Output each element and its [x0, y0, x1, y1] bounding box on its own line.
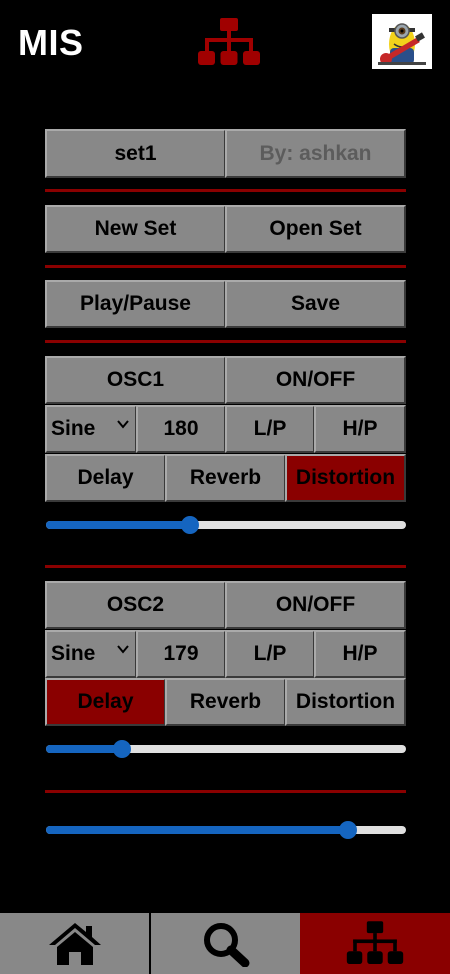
divider — [45, 565, 406, 568]
osc2-freq-input[interactable]: 179 — [136, 630, 226, 678]
app-title: MIS — [18, 22, 84, 63]
set-name-field[interactable]: set1 — [45, 129, 226, 178]
osc2-title: OSC2 — [45, 581, 226, 629]
chevron-down-icon — [117, 645, 129, 654]
tab-home[interactable] — [0, 913, 149, 974]
tab-search[interactable] — [151, 913, 300, 974]
slider-thumb[interactable] — [112, 740, 131, 758]
slider-thumb[interactable] — [181, 516, 199, 534]
osc1-delay-button[interactable]: Delay — [45, 454, 166, 502]
osc1-highpass-button[interactable]: H/P — [314, 405, 406, 453]
header: MIS — [0, 0, 450, 80]
osc2-toggle-button[interactable]: ON/OFF — [225, 581, 406, 629]
osc2-reverb-button[interactable]: Reverb — [165, 678, 286, 726]
tab-sitemap[interactable] — [300, 913, 450, 974]
set-author-label: By: ashkan — [225, 129, 406, 178]
save-button[interactable]: Save — [225, 280, 406, 328]
osc2-distortion-button[interactable]: Distortion — [285, 678, 406, 726]
divider — [45, 265, 406, 268]
osc1-reverb-button[interactable]: Reverb — [165, 454, 286, 502]
osc2-wave-value: Sine — [51, 642, 96, 665]
avatar[interactable] — [372, 14, 432, 69]
divider — [45, 790, 406, 793]
osc1-freq-input[interactable]: 180 — [136, 405, 226, 453]
slider-fill — [46, 745, 122, 753]
osc2-lowpass-button[interactable]: L/P — [225, 630, 315, 678]
open-set-button[interactable]: Open Set — [225, 205, 406, 253]
osc2-highpass-button[interactable]: H/P — [314, 630, 406, 678]
osc1-lowpass-button[interactable]: L/P — [225, 405, 315, 453]
osc2-delay-button[interactable]: Delay — [45, 678, 166, 726]
divider — [45, 340, 406, 343]
slider-thumb[interactable] — [339, 821, 358, 839]
osc2-wave-select[interactable]: Sine — [45, 630, 137, 678]
osc1-title: OSC1 — [45, 356, 226, 404]
minion-avatar-icon — [372, 14, 432, 69]
osc1-wave-value: Sine — [51, 417, 96, 440]
osc1-toggle-button[interactable]: ON/OFF — [225, 356, 406, 404]
sitemap-icon[interactable] — [196, 18, 262, 68]
chevron-down-icon — [117, 420, 129, 429]
divider — [45, 189, 406, 192]
search-icon — [203, 922, 249, 967]
play-pause-button[interactable]: Play/Pause — [45, 280, 226, 328]
new-set-button[interactable]: New Set — [45, 205, 226, 253]
osc2-slider[interactable] — [46, 739, 406, 759]
slider-fill — [46, 521, 190, 529]
slider-fill — [46, 826, 349, 834]
bottom-tab-bar — [0, 913, 450, 974]
home-icon — [48, 922, 101, 965]
sitemap-icon — [346, 920, 404, 964]
osc1-wave-select[interactable]: Sine — [45, 405, 137, 453]
osc1-slider[interactable] — [46, 515, 406, 535]
osc1-distortion-button[interactable]: Distortion — [285, 454, 406, 502]
master-slider[interactable] — [46, 820, 406, 840]
